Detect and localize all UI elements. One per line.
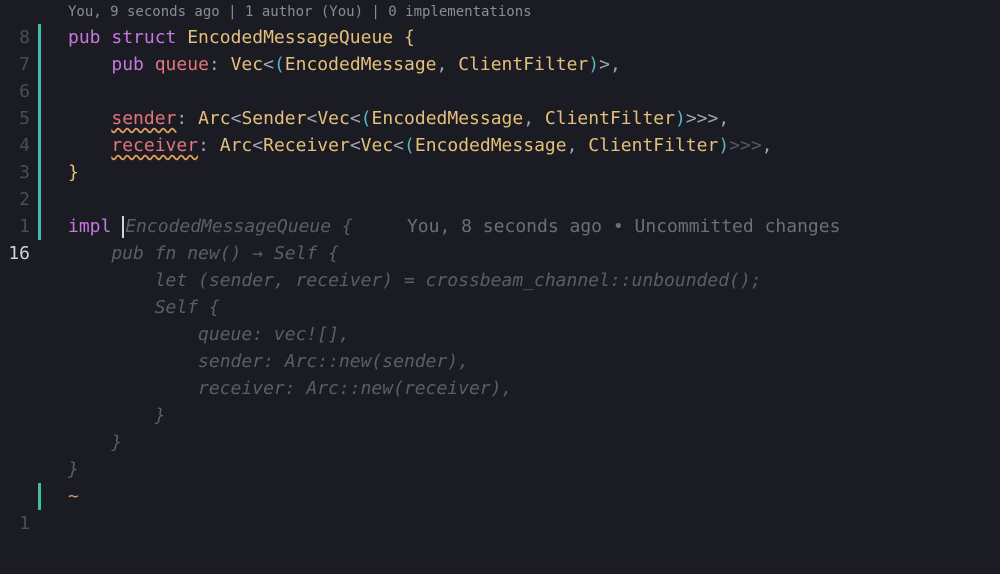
code-line[interactable]: Self { xyxy=(38,294,1000,321)
line-number xyxy=(0,429,30,456)
code-text: receiver: Arc<Receiver<Vec<(EncodedMessa… xyxy=(68,132,773,159)
code-line[interactable]: queue: vec![], xyxy=(38,321,1000,348)
code-text: } xyxy=(68,159,79,186)
ghost-text: } xyxy=(68,402,166,429)
diff-bar xyxy=(38,159,41,186)
line-number xyxy=(0,483,30,510)
diff-bar xyxy=(38,78,41,105)
line-number: 16 xyxy=(0,240,30,267)
line-number xyxy=(0,402,30,429)
line-number xyxy=(0,456,30,483)
ghost-text: receiver: Arc::new(receiver), xyxy=(68,375,512,402)
line-number xyxy=(0,348,30,375)
code-editor[interactable]: 8 7 6 5 4 3 2 1 16 1 You, 9 seconds ago … xyxy=(0,0,1000,574)
code-text: sender: Arc<Sender<Vec<(EncodedMessage, … xyxy=(68,105,729,132)
codelens[interactable]: You, 9 seconds ago | 1 author (You) | 0 … xyxy=(38,0,1000,24)
code-text: impl EncodedMessageQueue { You, 8 second… xyxy=(68,213,840,240)
git-blame-hint: You, 8 seconds ago • Uncommitted changes xyxy=(353,216,841,237)
line-number: 7 xyxy=(0,51,30,78)
code-line[interactable] xyxy=(38,186,1000,213)
ghost-text: sender: Arc::new(sender), xyxy=(68,348,469,375)
code-text: pub struct EncodedMessageQueue { xyxy=(68,24,415,51)
line-number: 3 xyxy=(0,159,30,186)
line-number: 4 xyxy=(0,132,30,159)
code-line[interactable]: pub queue: Vec<(EncodedMessage, ClientFi… xyxy=(38,51,1000,78)
line-number: 8 xyxy=(0,24,30,51)
ghost-text: Self { xyxy=(68,294,220,321)
line-number xyxy=(0,294,30,321)
code-line[interactable]: let (sender, receiver) = crossbeam_chann… xyxy=(38,267,1000,294)
code-line[interactable]: sender: Arc::new(sender), xyxy=(38,348,1000,375)
code-line[interactable] xyxy=(38,78,1000,105)
line-number: 1 xyxy=(0,510,30,537)
code-line[interactable]: } xyxy=(38,159,1000,186)
line-number xyxy=(0,375,30,402)
code-line[interactable]: sender: Arc<Sender<Vec<(EncodedMessage, … xyxy=(38,105,1000,132)
code-line[interactable]: pub fn new() → Self { xyxy=(38,240,1000,267)
code-line[interactable]: pub struct EncodedMessageQueue { xyxy=(38,24,1000,51)
diff-bar xyxy=(38,51,41,78)
code-line[interactable]: } xyxy=(38,456,1000,483)
line-number: 1 xyxy=(0,213,30,240)
diff-bar xyxy=(38,132,41,159)
line-number: 2 xyxy=(0,186,30,213)
diff-bar xyxy=(38,24,41,51)
ghost-text: } xyxy=(68,456,79,483)
ghost-text: EncodedMessageQueue { xyxy=(125,216,353,237)
ghost-text: let (sender, receiver) = crossbeam_chann… xyxy=(68,267,762,294)
diff-bar xyxy=(38,105,41,132)
code-line[interactable]: receiver: Arc::new(receiver), xyxy=(38,375,1000,402)
line-number-gutter: 8 7 6 5 4 3 2 1 16 1 xyxy=(0,0,38,574)
tilde-marker: ~ xyxy=(68,483,79,510)
diff-bar xyxy=(38,483,41,510)
code-line[interactable]: receiver: Arc<Receiver<Vec<(EncodedMessa… xyxy=(38,132,1000,159)
code-line[interactable]: } xyxy=(38,402,1000,429)
ghost-text: queue: vec![], xyxy=(68,321,350,348)
ghost-text: pub fn new() → Self { xyxy=(68,240,339,267)
diff-bar xyxy=(38,213,41,240)
code-text: pub queue: Vec<(EncodedMessage, ClientFi… xyxy=(68,51,621,78)
code-content[interactable]: You, 9 seconds ago | 1 author (You) | 0 … xyxy=(38,0,1000,574)
code-line[interactable]: ~ xyxy=(38,483,1000,510)
ghost-text: } xyxy=(68,429,122,456)
diff-bar xyxy=(38,186,41,213)
line-number xyxy=(0,321,30,348)
code-line[interactable]: impl EncodedMessageQueue { You, 8 second… xyxy=(38,213,1000,240)
line-number: 5 xyxy=(0,105,30,132)
text-cursor xyxy=(122,216,124,238)
code-line[interactable]: } xyxy=(38,429,1000,456)
line-number: 6 xyxy=(0,78,30,105)
line-number xyxy=(0,267,30,294)
